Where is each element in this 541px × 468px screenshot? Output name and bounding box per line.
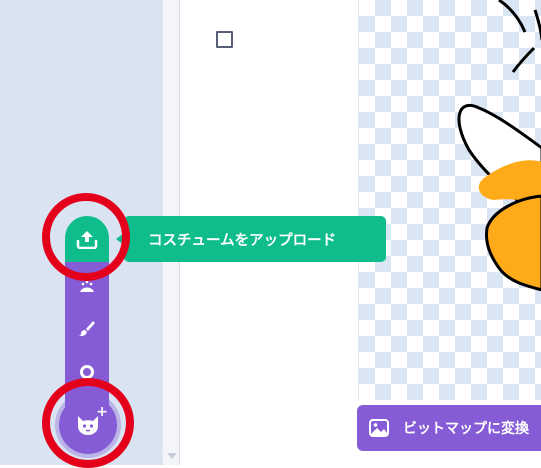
convert-to-bitmap-label: ビットマップに変換 [403, 421, 529, 437]
image-icon [369, 419, 389, 437]
scroll-down-arrow-icon[interactable] [167, 453, 177, 459]
upload-costume-tooltip: コスチュームをアップロード [124, 216, 386, 262]
tooltip-text: コスチュームをアップロード [148, 232, 337, 249]
cat-costume-art [457, 0, 541, 292]
paint-brush-icon[interactable] [65, 316, 109, 340]
highlight-ring-upload [42, 193, 130, 281]
convert-to-bitmap-button[interactable]: ビットマップに変換 [357, 405, 541, 451]
paint-canvas[interactable] [358, 0, 541, 400]
select-tool-icon[interactable] [216, 31, 233, 48]
highlight-ring-main-button [42, 378, 134, 468]
